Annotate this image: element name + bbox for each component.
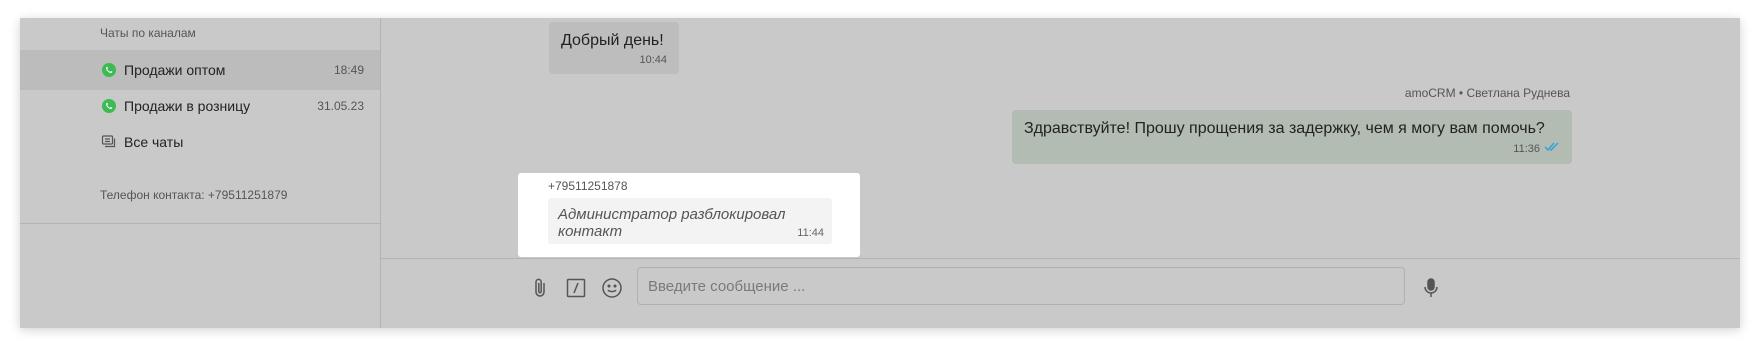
channel-label: Продажи в розницу [124,98,251,114]
paperclip-icon[interactable] [527,275,553,301]
channels-sidebar: Чаты по каналам Продажи оптом 18:49 Прод… [20,18,381,328]
chat-feed: Добрый день! 10:44 amoCRM • Светлана Руд… [381,18,1740,328]
sidebar-heading: Чаты по каналам [100,26,196,40]
chat-window: Чаты по каналам Продажи оптом 18:49 Прод… [20,18,1740,328]
microphone-icon[interactable] [1418,275,1444,301]
sidebar-divider [20,223,380,224]
outgoing-message: Здравствуйте! Прошу прощения за задержку… [1012,110,1572,164]
channel-item-wholesale[interactable]: Продажи оптом 18:49 [20,50,380,90]
message-input[interactable] [637,267,1405,305]
channel-label: Продажи оптом [124,62,226,78]
message-text: Добрый день! [561,32,664,49]
channel-label: Все чаты [124,134,184,150]
emoji-icon[interactable] [599,275,625,301]
channel-time: 18:49 [333,63,364,77]
channel-item-all-chats[interactable]: Все чаты [20,122,380,162]
incoming-message: Добрый день! 10:44 [549,22,679,74]
double-check-icon [1544,142,1560,155]
message-time: 11:36 [1513,142,1540,155]
channel-item-retail[interactable]: Продажи в розницу 31.05.23 [20,86,380,126]
message-text: Администратор разблокировал контакт [558,206,786,240]
message-author: amoCRM • Светлана Руднева [1404,86,1570,100]
slash-command-icon[interactable] [563,275,589,301]
system-message-sender: +79511251878 [548,179,628,193]
message-time: 11:44 [797,227,824,239]
message-time: 10:44 [639,54,667,66]
message-composer [381,258,1740,328]
whatsapp-icon [100,61,118,79]
system-message: Администратор разблокировал контакт 11:4… [548,198,832,244]
channel-time: 31.05.23 [317,99,364,113]
whatsapp-icon [100,97,118,115]
chats-icon [100,133,118,151]
message-text: Здравствуйте! Прошу прощения за задержку… [1024,120,1545,137]
contact-phone: Телефон контакта: +79511251879 [100,188,288,202]
system-message-highlight: +79511251878 Администратор разблокировал… [518,173,860,257]
